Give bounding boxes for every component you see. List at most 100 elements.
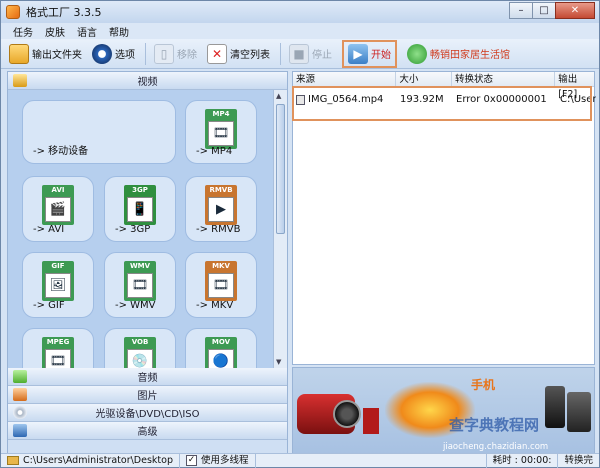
promo-icon (407, 43, 427, 64)
tile-label: -> RMVB (196, 224, 241, 235)
menu-skin[interactable]: 皮肤 (45, 24, 65, 39)
start-button[interactable]: ▶ 开始 (342, 39, 397, 68)
toolbar-separator (145, 42, 146, 65)
video-format-grid: -> 移动设备 MP4 🎞 -> MP4 AVI 🎬 -> AVI 3GP 📱 -> … (8, 90, 287, 368)
stop-label: 停止 (312, 50, 332, 61)
banner-watermark: 查字典教程网 (449, 416, 540, 434)
window-title: 格式工厂 3.3.5 (26, 6, 102, 19)
category-advanced-label: 高级 (137, 427, 158, 438)
phone-icon (545, 386, 565, 428)
banner-url: jiaocheng.chazidian.com (443, 442, 549, 452)
tile-mp4[interactable]: MP4 🎞 -> MP4 (185, 100, 257, 164)
remove-button[interactable]: ▯ 移除 (154, 42, 197, 66)
output-path: C:\Users\Administrator\Desktop (23, 454, 173, 466)
picture-icon (13, 388, 27, 401)
column-status[interactable]: 转换状态 (452, 72, 556, 86)
minimize-button[interactable]: – (509, 2, 533, 19)
menu-language[interactable]: 语言 (77, 24, 97, 39)
maximize-button[interactable]: □ (532, 2, 556, 19)
multithread-checkbox[interactable]: ✓ (185, 455, 197, 466)
status-bar: C:\Users\Administrator\Desktop ✓ 使用多线程 耗… (1, 453, 599, 468)
disc-icon (13, 406, 27, 419)
phone-icon (567, 392, 591, 432)
gif-file-icon: GIF 🖼 (42, 261, 74, 301)
tile-rmvb[interactable]: RMVB ▶ -> RMVB (185, 176, 257, 242)
output-folder-label: 输出文件夹 (32, 50, 82, 61)
tile-label: -> 3GP (115, 224, 151, 235)
tile-mobile-device[interactable]: -> 移动设备 (22, 100, 176, 164)
title-bar[interactable]: 格式工厂 3.3.5 – □ ✕ (1, 1, 599, 23)
main-window: 格式工厂 3.3.5 – □ ✕ 任务 皮肤 语言 帮助 输出文件夹 选项 ▯ … (0, 0, 600, 468)
video-grid-scrollbar[interactable]: ▲ ▼ (273, 90, 287, 368)
column-size[interactable]: 大小 (396, 72, 452, 86)
start-icon: ▶ (348, 43, 368, 64)
ad-banner[interactable]: 手机 查字典教程网 jiaocheng.chazidian.com (292, 367, 595, 455)
avi-file-icon: AVI 🎬 (42, 185, 74, 225)
menu-bar: 任务 皮肤 语言 帮助 (1, 23, 599, 39)
clear-list-icon: ✕ (207, 43, 227, 64)
options-button[interactable]: 选项 (92, 42, 135, 66)
tile-label: -> GIF (33, 300, 65, 311)
category-audio-label: 音频 (137, 373, 158, 384)
rmvb-file-icon: RMVB ▶ (205, 185, 237, 225)
mp4-file-icon: MP4 🎞 (205, 109, 237, 149)
tile-mkv[interactable]: MKV 🎞 -> MKV (185, 252, 257, 318)
advanced-icon (13, 424, 27, 437)
tile-vob[interactable]: VOB 💿 (104, 328, 176, 368)
start-label: 开始 (371, 50, 391, 61)
gear-icon (92, 43, 112, 64)
category-picture[interactable]: 图片 (8, 386, 287, 404)
elapsed-time: 耗时 : 00:00: (485, 453, 559, 468)
mkv-file-icon: MKV 🎞 (205, 261, 237, 301)
lens-icon (333, 400, 361, 428)
column-output[interactable]: 输出 [F2] (555, 72, 594, 100)
menu-help[interactable]: 帮助 (109, 24, 129, 39)
category-video[interactable]: 视频 (8, 72, 287, 90)
multithread-toggle[interactable]: ✓ 使用多线程 (180, 453, 256, 468)
scroll-up-icon[interactable]: ▲ (276, 92, 281, 100)
category-panel: 视频 -> 移动设备 MP4 🎞 -> MP4 AVI 🎬 -> AVI 3GP 📱 … (7, 71, 288, 455)
after-convert: 转换完 (564, 454, 593, 466)
output-path-field[interactable]: C:\Users\Administrator\Desktop (1, 453, 180, 468)
stop-icon: ■ (289, 43, 309, 64)
multithread-label: 使用多线程 (200, 454, 249, 466)
tile-avi[interactable]: AVI 🎬 -> AVI (22, 176, 94, 242)
category-rom-label: 光驱设备\DVD\CD\ISO (95, 409, 200, 420)
category-rom-device[interactable]: 光驱设备\DVD\CD\ISO (8, 404, 287, 422)
mpeg-file-icon: MPEG 🎞 (42, 337, 74, 368)
clear-list-button[interactable]: ✕ 清空列表 (207, 42, 270, 66)
tile-label: -> AVI (33, 224, 65, 235)
remove-label: 移除 (177, 50, 197, 61)
tile-3gp[interactable]: 3GP 📱 -> 3GP (104, 176, 176, 242)
promo-link[interactable]: 畅销田家居生活馆 (407, 42, 510, 66)
folder-icon (7, 456, 19, 465)
toolbar: 输出文件夹 选项 ▯ 移除 ✕ 清空列表 ■ 停止 ▶ 开始 畅销田家居生活馆 (1, 39, 599, 69)
mov-file-icon: MOV 🔵 (205, 337, 237, 368)
scroll-thumb[interactable] (276, 104, 285, 234)
tile-mpeg[interactable]: MPEG 🎞 (22, 328, 94, 368)
tile-wmv[interactable]: WMV 🎞 -> WMV (104, 252, 176, 318)
category-video-label: 视频 (137, 77, 158, 88)
tile-label: -> 移动设备 (33, 146, 89, 157)
app-icon (6, 5, 20, 19)
tile-mov[interactable]: MOV 🔵 (185, 328, 257, 368)
product-box-icon (363, 408, 379, 434)
menu-task[interactable]: 任务 (13, 24, 33, 39)
toolbar-separator (280, 42, 281, 65)
remove-icon: ▯ (154, 43, 174, 64)
vob-file-icon: VOB 💿 (124, 337, 156, 368)
options-label: 选项 (115, 50, 135, 61)
category-advanced[interactable]: 高级 (8, 422, 287, 440)
tile-gif[interactable]: GIF 🖼 -> GIF (22, 252, 94, 318)
close-button[interactable]: ✕ (555, 2, 595, 19)
tile-label: -> MP4 (196, 146, 233, 157)
scroll-down-icon[interactable]: ▼ (276, 358, 281, 366)
task-row-highlight (292, 86, 592, 121)
tile-label: -> WMV (115, 300, 156, 311)
3gp-file-icon: 3GP 📱 (124, 185, 156, 225)
column-source[interactable]: 来源 (293, 72, 397, 86)
output-folder-button[interactable]: 输出文件夹 (9, 42, 82, 66)
stop-button[interactable]: ■ 停止 (289, 42, 332, 66)
task-list-header: 来源 大小 转换状态 输出 [F2] (293, 72, 594, 100)
category-audio[interactable]: 音频 (8, 368, 287, 386)
